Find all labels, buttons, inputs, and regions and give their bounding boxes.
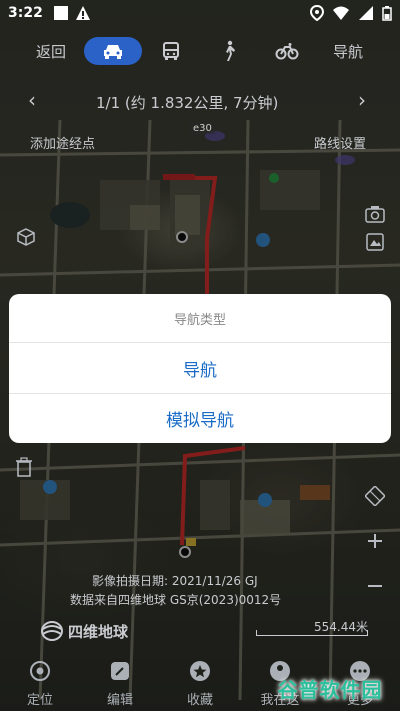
wifi-icon — [333, 6, 349, 20]
imagery-date: 影像拍摄日期: 2021/11/26 GJ — [92, 574, 258, 588]
watermark-text: 谷普软件园 — [277, 677, 383, 702]
bike-icon — [275, 43, 299, 60]
locate-icon — [30, 661, 50, 681]
tab-walk[interactable] — [200, 37, 258, 65]
map-scale: 554.44米 — [256, 618, 368, 636]
car-icon — [104, 45, 122, 59]
tab-bus[interactable] — [142, 37, 200, 65]
layers-icon — [366, 233, 384, 251]
add-waypoint-button[interactable]: 添加途经点 — [30, 133, 95, 152]
route-settings-button[interactable]: 路线设置 — [314, 133, 366, 152]
signal-icon — [359, 6, 373, 20]
brand-logo: 四维地球 — [40, 620, 128, 642]
option-simulated-navigate[interactable]: 模拟导航 — [9, 393, 391, 443]
nav-label-favorites: 收藏 — [186, 693, 213, 708]
bus-icon — [163, 42, 179, 60]
scale-bar — [256, 630, 368, 636]
dialog-title: 导航类型 — [9, 294, 391, 343]
status-time: 3:22 — [8, 5, 43, 21]
prev-route-chevron-icon[interactable]: ‹ — [28, 88, 36, 112]
option-navigate[interactable]: 导航 — [9, 343, 391, 393]
screenshot-button[interactable] — [363, 202, 387, 226]
cube-icon — [17, 228, 35, 246]
camera-icon — [365, 206, 385, 223]
compass-button[interactable] — [363, 484, 387, 508]
mode-tabs — [84, 37, 316, 65]
zoom-in-button[interactable] — [363, 529, 387, 553]
brand-name: 四维地球 — [68, 622, 129, 641]
warning-icon — [75, 6, 90, 20]
layers-button[interactable] — [363, 230, 387, 254]
travel-mode-bar: 返回 导航 — [0, 34, 400, 68]
nav-locate[interactable]: 定位 — [0, 655, 80, 711]
route-summary: 1/1 (约 1.832公里, 7分钟) — [96, 94, 279, 112]
back-button[interactable]: 返回 — [36, 41, 66, 62]
route-info-row: ‹ 1/1 (约 1.832公里, 7分钟) › — [0, 88, 400, 116]
plus-icon — [368, 534, 382, 548]
compass-icon — [365, 486, 385, 506]
minus-icon — [368, 585, 382, 587]
gallery-icon — [53, 6, 68, 20]
location-icon — [310, 5, 324, 21]
data-source-credit: 数据来自四维地球 GS京(2023)0012号 — [70, 593, 282, 607]
star-icon — [190, 661, 210, 681]
next-route-chevron-icon[interactable]: › — [358, 88, 366, 112]
nav-edit[interactable]: 编辑 — [80, 655, 160, 711]
nav-label-locate: 定位 — [26, 693, 53, 708]
navigate-button[interactable]: 导航 — [333, 41, 363, 62]
nav-favorites[interactable]: 收藏 — [160, 655, 240, 711]
siwei-logo-icon — [41, 621, 63, 641]
battery-icon — [382, 6, 392, 21]
map-road-label: e30 — [190, 123, 215, 134]
nav-label-edit: 编辑 — [106, 693, 133, 708]
3d-view-button[interactable] — [14, 225, 38, 249]
tab-bike[interactable] — [258, 37, 316, 65]
delete-button[interactable] — [12, 455, 36, 479]
navigation-type-dialog: 导航类型 导航 模拟导航 — [9, 294, 391, 443]
edit-icon — [111, 662, 129, 680]
trash-icon — [16, 457, 32, 477]
tab-car[interactable] — [84, 37, 142, 65]
zoom-out-button[interactable] — [363, 574, 387, 598]
watermark: 谷普软件园 — [268, 672, 392, 704]
walk-icon — [226, 40, 235, 61]
status-bar: 3:22 — [0, 0, 400, 26]
